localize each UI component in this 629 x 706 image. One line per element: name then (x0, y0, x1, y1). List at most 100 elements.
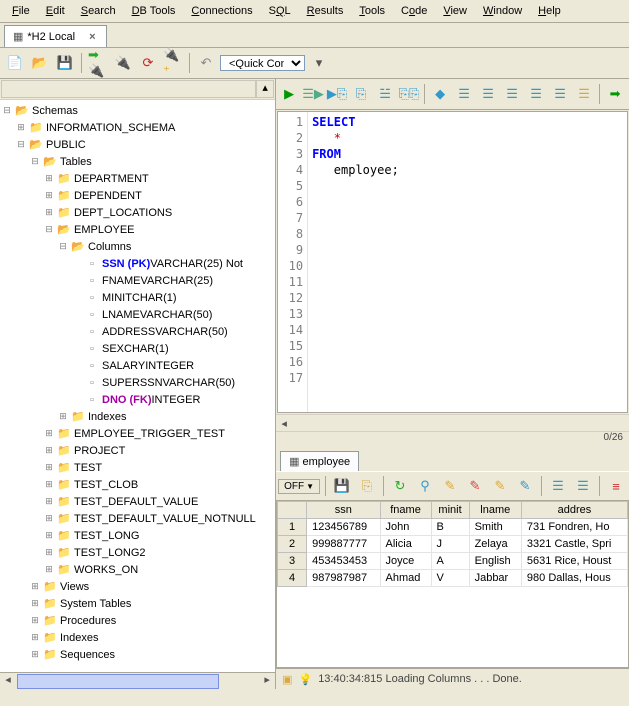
node-public[interactable]: ⊟📂PUBLIC (0, 136, 275, 153)
table-row[interactable]: 1123456789JohnBSmith731 Fondren, Ho (278, 519, 628, 536)
refresh-icon[interactable]: ↻ (389, 475, 411, 497)
dropdown-icon[interactable]: ▾ (308, 52, 330, 74)
table-row[interactable]: 3453453453JoyceAEnglish5631 Rice, Houst (278, 553, 628, 570)
node-department[interactable]: ⊞📁DEPARTMENT (0, 170, 275, 187)
tree-hscrollbar[interactable]: ◂ ▸ (0, 672, 275, 689)
rows-icon[interactable]: ☰ (547, 475, 569, 497)
link-icon[interactable]: ✎ (489, 475, 511, 497)
node-test-default-nn[interactable]: ⊞📁TEST_DEFAULT_VALUE_NOTNULL (0, 510, 275, 527)
node-emp-trigger[interactable]: ⊞📁EMPLOYEE_TRIGGER_TEST (0, 425, 275, 442)
run-icon[interactable]: ▶ (278, 83, 300, 105)
col-salary[interactable]: ▫SALARY INTEGER (0, 357, 275, 374)
export-icon[interactable]: ⎘ (356, 475, 378, 497)
table-row[interactable]: 4987987987AhmadVJabbar980 Dallas, Hous (278, 570, 628, 587)
menu-code[interactable]: Code (393, 2, 435, 20)
open-icon[interactable]: 📂 (29, 52, 51, 74)
node-test[interactable]: ⊞📁TEST (0, 459, 275, 476)
execute-icon[interactable]: ▶⎘ (326, 83, 348, 105)
uncomment-icon[interactable]: ☰ (525, 83, 547, 105)
col-lname[interactable]: ▫LNAME VARCHAR(50) (0, 306, 275, 323)
menu-connections[interactable]: Connections (183, 2, 260, 20)
columns-icon[interactable]: ☰ (572, 475, 594, 497)
connect-icon[interactable]: ➡🔌 (87, 52, 109, 74)
col-minit[interactable]: minit (431, 502, 469, 519)
off-button[interactable]: OFF▼ (278, 479, 320, 494)
menu-file[interactable]: File (4, 2, 38, 20)
node-test-long2[interactable]: ⊞📁TEST_LONG2 (0, 544, 275, 561)
result-tab-employee[interactable]: ▦ employee (280, 451, 359, 471)
col-lname[interactable]: lname (469, 502, 521, 519)
comment-icon[interactable]: ☰ (501, 83, 523, 105)
save-result-icon[interactable]: 💾 (331, 475, 353, 497)
prev-icon[interactable]: ◆ (429, 83, 451, 105)
col-address[interactable]: ▫ADDRESS VARCHAR(50) (0, 323, 275, 340)
menu-view[interactable]: View (435, 2, 475, 20)
lower-icon[interactable]: ☰ (573, 83, 595, 105)
menu-tools[interactable]: Tools (351, 2, 393, 20)
col-dno[interactable]: ▫DNO (FK) INTEGER (0, 391, 275, 408)
reconnect-icon[interactable]: ⟳ (137, 52, 159, 74)
outdent-icon[interactable]: ☰ (477, 83, 499, 105)
menu-window[interactable]: Window (475, 2, 530, 20)
duplicate-icon[interactable]: ⎘⎘ (398, 83, 420, 105)
node-views[interactable]: ⊞📁Views (0, 578, 275, 595)
node-test-clob[interactable]: ⊞📁TEST_CLOB (0, 476, 275, 493)
node-employee[interactable]: ⊟📂EMPLOYEE (0, 221, 275, 238)
col-fname[interactable]: fname (380, 502, 431, 519)
rownum-header[interactable] (278, 502, 307, 519)
sql-editor[interactable]: 1234567891011121314151617 SELECT * FROM … (277, 111, 628, 413)
quick-connect-select[interactable]: <Quick Connect> (220, 55, 305, 71)
explain-icon[interactable]: ⎘ (350, 83, 372, 105)
node-dept-locations[interactable]: ⊞📁DEPT_LOCATIONS (0, 204, 275, 221)
result-grid[interactable]: ssn fname minit lname addres 1123456789J… (276, 500, 629, 668)
menu-search[interactable]: Search (73, 2, 124, 20)
node-information-schema[interactable]: ⊞📁INFORMATION_SCHEMA (0, 119, 275, 136)
node-indexes[interactable]: ⊞📁Indexes (0, 629, 275, 646)
menu-help[interactable]: Help (530, 2, 569, 20)
editor-hscroll[interactable]: ◂ (276, 414, 629, 431)
node-project[interactable]: ⊞📁PROJECT (0, 442, 275, 459)
menu-dbtools[interactable]: DB Tools (124, 2, 184, 20)
new-connection-icon[interactable]: 🔌⁺ (162, 52, 184, 74)
filter-icon[interactable]: ⚲ (414, 475, 436, 497)
node-sequences[interactable]: ⊞📁Sequences (0, 646, 275, 663)
col-ssn[interactable]: ▫SSN (PK) VARCHAR(25) Not (0, 255, 275, 272)
node-test-long[interactable]: ⊞📁TEST_LONG (0, 527, 275, 544)
col-minit[interactable]: ▫MINIT CHAR(1) (0, 289, 275, 306)
node-system-tables[interactable]: ⊞📁System Tables (0, 595, 275, 612)
close-icon[interactable]: × (87, 31, 97, 43)
menu-sql[interactable]: SQL (261, 2, 299, 20)
node-columns[interactable]: ⊟📂Columns (0, 238, 275, 255)
disconnect-icon[interactable]: 🔌 (112, 52, 134, 74)
indent-icon[interactable]: ☰ (453, 83, 475, 105)
history-back-icon[interactable]: ↶ (195, 52, 217, 74)
node-indexes-emp[interactable]: ⊞📁Indexes (0, 408, 275, 425)
table-row[interactable]: 2999887777AliciaJZelaya3321 Castle, Spri (278, 536, 628, 553)
node-works-on[interactable]: ⊞📁WORKS_ON (0, 561, 275, 578)
tab-h2local[interactable]: ▦ *H2 Local × (4, 25, 107, 47)
col-ssn[interactable]: ssn (307, 502, 380, 519)
schema-tree[interactable]: ⊟📂Schemas ⊞📁INFORMATION_SCHEMA ⊟📂PUBLIC … (0, 100, 275, 672)
sql-code[interactable]: SELECT * FROM employee; (308, 112, 627, 412)
node-dependent[interactable]: ⊞📁DEPENDENT (0, 187, 275, 204)
col-sex[interactable]: ▫SEX CHAR(1) (0, 340, 275, 357)
new-icon[interactable]: 📄 (4, 52, 26, 74)
pin-icon[interactable]: ✎ (464, 475, 486, 497)
node-tables[interactable]: ⊟📂Tables (0, 153, 275, 170)
node-procedures[interactable]: ⊞📁Procedures (0, 612, 275, 629)
node-schemas[interactable]: ⊟📂Schemas (0, 102, 275, 119)
tree-header-cell[interactable] (1, 80, 256, 98)
format-icon[interactable]: ☱ (374, 83, 396, 105)
highlight-icon[interactable]: ✎ (439, 475, 461, 497)
next-page-icon[interactable]: ➡ (604, 83, 626, 105)
menu-edit[interactable]: Edit (38, 2, 73, 20)
upper-icon[interactable]: ☰ (549, 83, 571, 105)
tree-header-scroll[interactable]: ▴ (256, 80, 274, 98)
add-row-icon[interactable]: ✎ (514, 475, 536, 497)
menu-results[interactable]: Results (299, 2, 352, 20)
save-icon[interactable]: 💾 (54, 52, 76, 74)
run-list-icon[interactable]: ☰▶ (302, 83, 324, 105)
more-icon[interactable]: ≡ (605, 475, 627, 497)
col-fname[interactable]: ▫FNAME VARCHAR(25) (0, 272, 275, 289)
col-address[interactable]: addres (521, 502, 627, 519)
